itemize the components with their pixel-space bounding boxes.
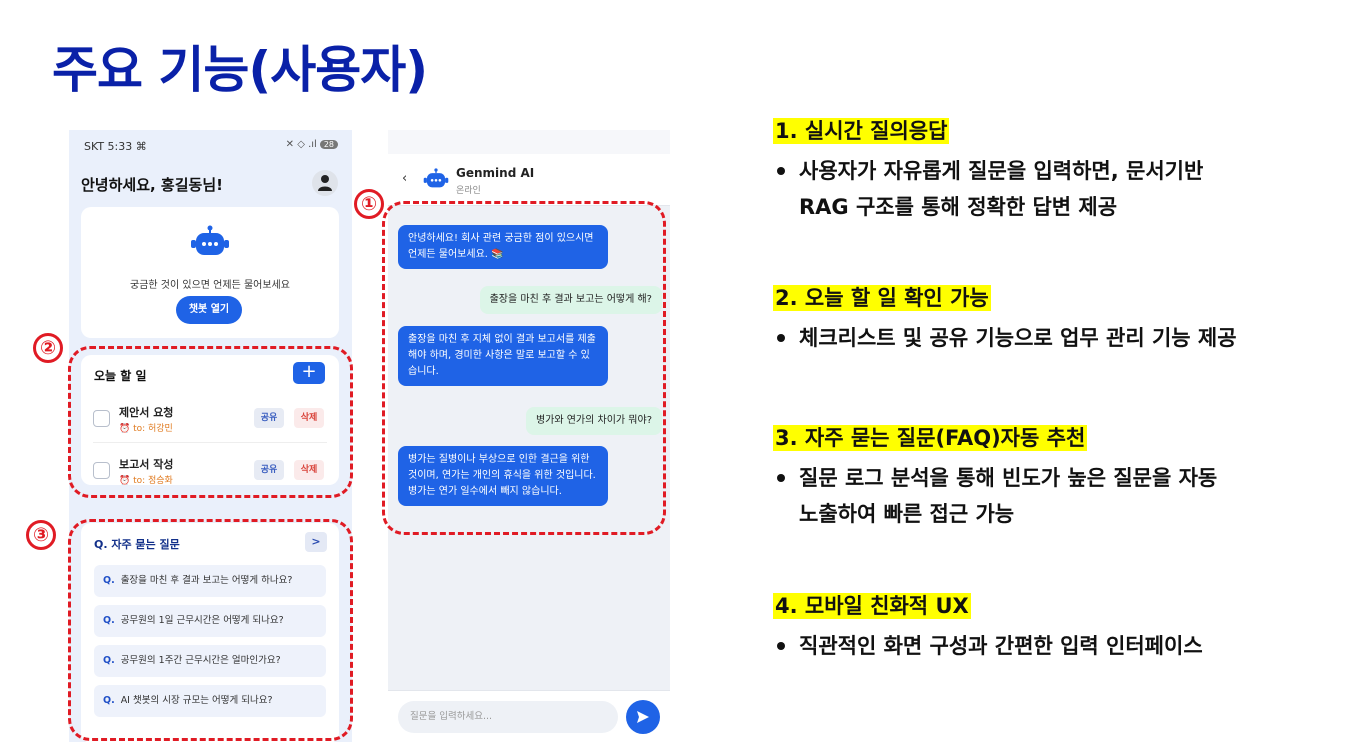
back-button[interactable]: ‹ [402, 171, 407, 186]
profile-avatar-button[interactable] [312, 170, 338, 196]
status-icons: ✕ ◇ .ıl 28 [286, 139, 338, 150]
feature-title-3: 3. 자주 묻는 질문(FAQ)자동 추천 [773, 425, 1088, 451]
status-bar [388, 130, 670, 154]
chat-input[interactable]: 질문을 입력하세요... [398, 701, 618, 733]
greeting: 안녕하세요, 홍길동님! [81, 176, 223, 194]
robot-icon [191, 225, 229, 255]
annotation-box-faq [68, 519, 353, 741]
battery-icon: 28 [319, 140, 338, 149]
feature-body-4: 직관적인 화면 구성과 간편한 입력 인터페이스 [773, 628, 1203, 664]
bot-name: Genmind AI [456, 166, 535, 180]
annotation-number-2: ② [33, 333, 63, 363]
annotation-box-todo [68, 346, 353, 498]
chatbot-card: 궁금한 것이 있으면 언제든 물어보세요 챗봇 열기 [81, 207, 339, 338]
feature-body-3: 질문 로그 분석을 통해 빈도가 높은 질문을 자동 노출하여 빠른 접근 가능 [773, 460, 1217, 532]
robot-icon [423, 168, 449, 188]
feature-body-2: 체크리스트 및 공유 기능으로 업무 관리 기능 제공 [773, 320, 1237, 356]
annotation-number-1: ① [354, 189, 384, 219]
feature-title-2: 2. 오늘 할 일 확인 가능 [773, 285, 991, 311]
feature-body-1: 사용자가 자유롭게 질문을 입력하면, 문서기반 RAG 구조를 통해 정확한 … [773, 153, 1203, 225]
chatbot-prompt: 궁금한 것이 있으면 언제든 물어보세요 [130, 280, 290, 291]
annotation-box-chat [382, 201, 666, 535]
chat-header: ‹ Genmind AI 온라인 [388, 154, 670, 206]
bullet-icon [777, 641, 785, 650]
annotation-number-3: ③ [26, 520, 56, 550]
chat-input-bar: 질문을 입력하세요... [388, 690, 670, 742]
feature-title-4: 4. 모바일 친화적 UX [773, 593, 971, 619]
bullet-icon [777, 333, 785, 342]
feature-title-1: 1. 실시간 질의응답 [773, 118, 950, 144]
status-bar: SKT 5:33 ⌘ ✕ ◇ .ıl 28 [69, 130, 352, 160]
send-button[interactable] [626, 700, 660, 734]
slide-title: 주요 기능(사용자) [52, 41, 428, 99]
open-chatbot-button[interactable]: 챗봇 열기 [176, 296, 242, 324]
bullet-icon [777, 166, 785, 175]
user-icon [318, 175, 332, 191]
bot-status: 온라인 [456, 186, 481, 196]
bullet-icon [777, 473, 785, 482]
status-carrier-time: SKT 5:33 ⌘ [84, 140, 147, 153]
send-icon [637, 711, 649, 723]
